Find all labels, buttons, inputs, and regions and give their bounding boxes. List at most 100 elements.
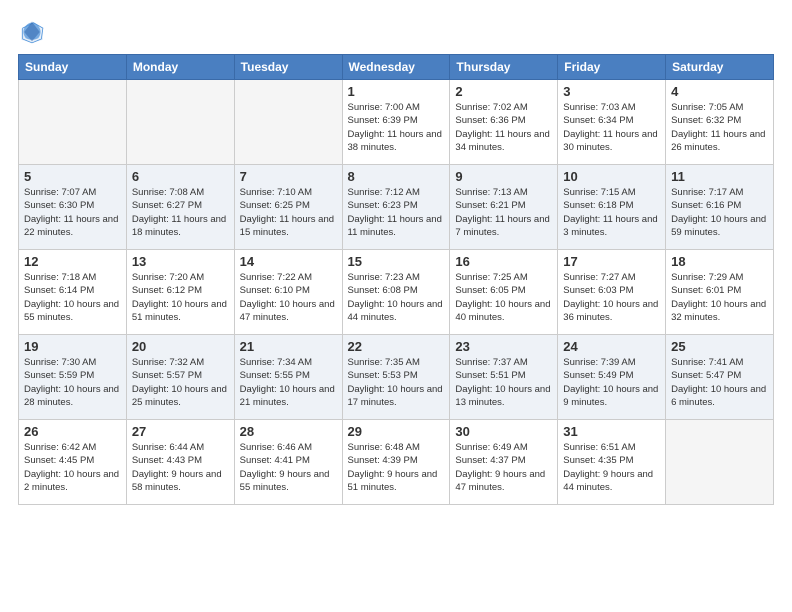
day-info: Sunrise: 7:12 AM Sunset: 6:23 PM Dayligh… <box>348 186 445 239</box>
day-number: 18 <box>671 254 768 269</box>
day-number: 13 <box>132 254 229 269</box>
calendar-cell: 12Sunrise: 7:18 AM Sunset: 6:14 PM Dayli… <box>19 250 127 335</box>
calendar-cell: 27Sunrise: 6:44 AM Sunset: 4:43 PM Dayli… <box>126 420 234 505</box>
day-number: 2 <box>455 84 552 99</box>
day-info: Sunrise: 7:07 AM Sunset: 6:30 PM Dayligh… <box>24 186 121 239</box>
calendar-week-row: 5 Sunrise: 7:07 AM Sunset: 6:30 PM Daylig… <box>19 165 774 250</box>
weekday-header: Monday <box>126 55 234 80</box>
calendar-cell: 24 Sunrise: 7:39 AM Sunset: 5:49 PM Dayli… <box>558 335 666 420</box>
day-info: Sunrise: 7:00 AM Sunset: 6:39 PM Dayligh… <box>348 101 445 154</box>
day-number: 4 <box>671 84 768 99</box>
day-number: 15 <box>348 254 445 269</box>
day-number: 27 <box>132 424 229 439</box>
weekday-header: Friday <box>558 55 666 80</box>
calendar-cell: 20Sunrise: 7:32 AM Sunset: 5:57 PM Dayli… <box>126 335 234 420</box>
day-info: Sunrise: 6:46 AM Sunset: 4:41 PM Dayligh… <box>240 441 337 494</box>
calendar-cell <box>666 420 774 505</box>
day-number: 10 <box>563 169 660 184</box>
day-info: Sunrise: 7:08 AM Sunset: 6:27 PM Dayligh… <box>132 186 229 239</box>
calendar-cell: 9Sunrise: 7:13 AM Sunset: 6:21 PM Daylig… <box>450 165 558 250</box>
day-number: 25 <box>671 339 768 354</box>
calendar-cell: 10 Sunrise: 7:15 AM Sunset: 6:18 PM Dayli… <box>558 165 666 250</box>
calendar-table: SundayMondayTuesdayWednesdayThursdayFrid… <box>18 54 774 505</box>
day-info: Sunrise: 6:49 AM Sunset: 4:37 PM Dayligh… <box>455 441 552 494</box>
calendar-cell: 6Sunrise: 7:08 AM Sunset: 6:27 PM Daylig… <box>126 165 234 250</box>
day-info: Sunrise: 7:41 AM Sunset: 5:47 PM Dayligh… <box>671 356 768 409</box>
weekday-header-row: SundayMondayTuesdayWednesdayThursdayFrid… <box>19 55 774 80</box>
day-number: 17 <box>563 254 660 269</box>
calendar-cell: 7 Sunrise: 7:10 AM Sunset: 6:25 PM Daylig… <box>234 165 342 250</box>
calendar-cell: 31Sunrise: 6:51 AM Sunset: 4:35 PM Dayli… <box>558 420 666 505</box>
day-number: 24 <box>563 339 660 354</box>
day-info: Sunrise: 7:15 AM Sunset: 6:18 PM Dayligh… <box>563 186 660 239</box>
day-number: 28 <box>240 424 337 439</box>
logo <box>18 18 50 46</box>
day-number: 14 <box>240 254 337 269</box>
calendar-cell: 5 Sunrise: 7:07 AM Sunset: 6:30 PM Daylig… <box>19 165 127 250</box>
day-info: Sunrise: 7:17 AM Sunset: 6:16 PM Dayligh… <box>671 186 768 239</box>
day-info: Sunrise: 7:02 AM Sunset: 6:36 PM Dayligh… <box>455 101 552 154</box>
calendar-cell: 13 Sunrise: 7:20 AM Sunset: 6:12 PM Dayli… <box>126 250 234 335</box>
calendar-cell: 17 Sunrise: 7:27 AM Sunset: 6:03 PM Dayli… <box>558 250 666 335</box>
day-info: Sunrise: 7:25 AM Sunset: 6:05 PM Dayligh… <box>455 271 552 324</box>
day-number: 22 <box>348 339 445 354</box>
calendar-week-row: 26 Sunrise: 6:42 AM Sunset: 4:45 PM Dayli… <box>19 420 774 505</box>
weekday-header: Sunday <box>19 55 127 80</box>
day-number: 1 <box>348 84 445 99</box>
calendar-cell: 26 Sunrise: 6:42 AM Sunset: 4:45 PM Dayli… <box>19 420 127 505</box>
calendar-cell: 2 Sunrise: 7:02 AM Sunset: 6:36 PM Daylig… <box>450 80 558 165</box>
day-info: Sunrise: 7:39 AM Sunset: 5:49 PM Dayligh… <box>563 356 660 409</box>
weekday-header: Saturday <box>666 55 774 80</box>
calendar-cell: 21 Sunrise: 7:34 AM Sunset: 5:55 PM Dayli… <box>234 335 342 420</box>
day-number: 19 <box>24 339 121 354</box>
calendar-cell: 29 Sunrise: 6:48 AM Sunset: 4:39 PM Dayli… <box>342 420 450 505</box>
calendar-cell <box>126 80 234 165</box>
weekday-header: Tuesday <box>234 55 342 80</box>
calendar-cell: 16 Sunrise: 7:25 AM Sunset: 6:05 PM Dayli… <box>450 250 558 335</box>
day-number: 29 <box>348 424 445 439</box>
calendar-cell: 30 Sunrise: 6:49 AM Sunset: 4:37 PM Dayli… <box>450 420 558 505</box>
day-info: Sunrise: 7:13 AM Sunset: 6:21 PM Dayligh… <box>455 186 552 239</box>
day-number: 31 <box>563 424 660 439</box>
day-info: Sunrise: 7:37 AM Sunset: 5:51 PM Dayligh… <box>455 356 552 409</box>
day-number: 21 <box>240 339 337 354</box>
day-info: Sunrise: 7:05 AM Sunset: 6:32 PM Dayligh… <box>671 101 768 154</box>
calendar-cell <box>19 80 127 165</box>
day-number: 30 <box>455 424 552 439</box>
page-header <box>18 18 774 46</box>
calendar-cell: 25 Sunrise: 7:41 AM Sunset: 5:47 PM Dayli… <box>666 335 774 420</box>
calendar-cell: 3Sunrise: 7:03 AM Sunset: 6:34 PM Daylig… <box>558 80 666 165</box>
weekday-header: Thursday <box>450 55 558 80</box>
day-number: 8 <box>348 169 445 184</box>
day-info: Sunrise: 6:48 AM Sunset: 4:39 PM Dayligh… <box>348 441 445 494</box>
calendar-week-row: 12Sunrise: 7:18 AM Sunset: 6:14 PM Dayli… <box>19 250 774 335</box>
calendar-cell: 23 Sunrise: 7:37 AM Sunset: 5:51 PM Dayli… <box>450 335 558 420</box>
calendar-cell: 19 Sunrise: 7:30 AM Sunset: 5:59 PM Dayli… <box>19 335 127 420</box>
day-number: 16 <box>455 254 552 269</box>
day-number: 11 <box>671 169 768 184</box>
day-info: Sunrise: 7:30 AM Sunset: 5:59 PM Dayligh… <box>24 356 121 409</box>
day-info: Sunrise: 7:18 AM Sunset: 6:14 PM Dayligh… <box>24 271 121 324</box>
day-info: Sunrise: 7:34 AM Sunset: 5:55 PM Dayligh… <box>240 356 337 409</box>
calendar-cell: 15Sunrise: 7:23 AM Sunset: 6:08 PM Dayli… <box>342 250 450 335</box>
day-info: Sunrise: 7:03 AM Sunset: 6:34 PM Dayligh… <box>563 101 660 154</box>
day-number: 26 <box>24 424 121 439</box>
logo-icon <box>18 18 46 46</box>
calendar-week-row: 19 Sunrise: 7:30 AM Sunset: 5:59 PM Dayli… <box>19 335 774 420</box>
day-info: Sunrise: 7:20 AM Sunset: 6:12 PM Dayligh… <box>132 271 229 324</box>
calendar-cell: 4 Sunrise: 7:05 AM Sunset: 6:32 PM Daylig… <box>666 80 774 165</box>
day-number: 7 <box>240 169 337 184</box>
day-info: Sunrise: 7:35 AM Sunset: 5:53 PM Dayligh… <box>348 356 445 409</box>
weekday-header: Wednesday <box>342 55 450 80</box>
calendar-cell: 28 Sunrise: 6:46 AM Sunset: 4:41 PM Dayli… <box>234 420 342 505</box>
day-info: Sunrise: 7:22 AM Sunset: 6:10 PM Dayligh… <box>240 271 337 324</box>
calendar-cell: 1 Sunrise: 7:00 AM Sunset: 6:39 PM Daylig… <box>342 80 450 165</box>
day-info: Sunrise: 6:42 AM Sunset: 4:45 PM Dayligh… <box>24 441 121 494</box>
day-number: 5 <box>24 169 121 184</box>
day-number: 23 <box>455 339 552 354</box>
calendar-cell: 8 Sunrise: 7:12 AM Sunset: 6:23 PM Daylig… <box>342 165 450 250</box>
day-info: Sunrise: 7:27 AM Sunset: 6:03 PM Dayligh… <box>563 271 660 324</box>
day-number: 20 <box>132 339 229 354</box>
day-info: Sunrise: 7:10 AM Sunset: 6:25 PM Dayligh… <box>240 186 337 239</box>
calendar-week-row: 1 Sunrise: 7:00 AM Sunset: 6:39 PM Daylig… <box>19 80 774 165</box>
